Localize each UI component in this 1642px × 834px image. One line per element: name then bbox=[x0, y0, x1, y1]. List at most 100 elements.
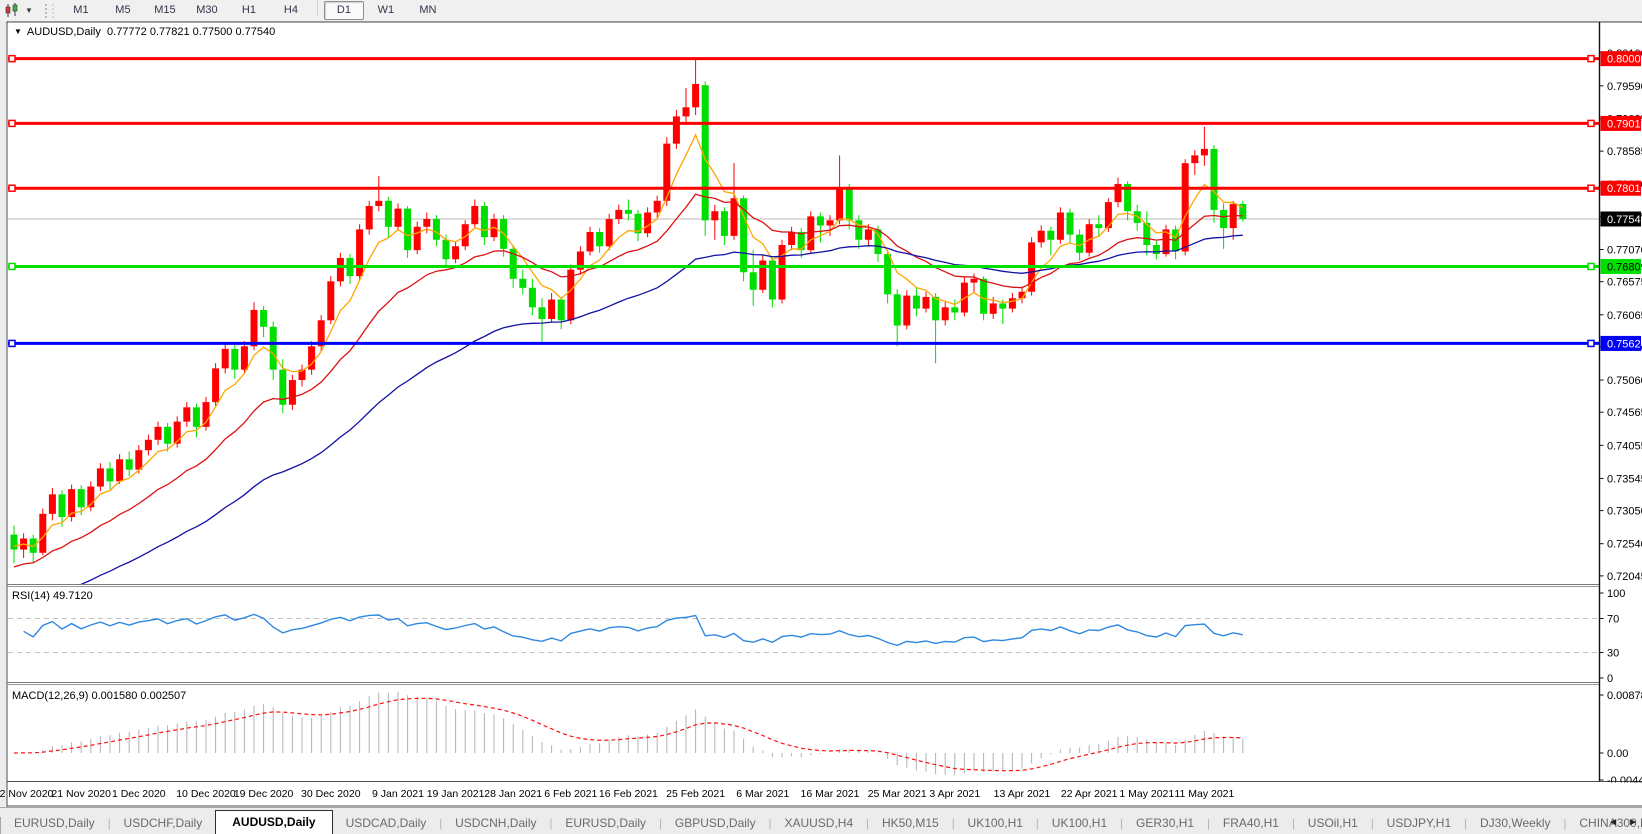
date-axis-label: 10 Dec 2020 bbox=[176, 788, 236, 800]
candle-body bbox=[528, 287, 536, 308]
candle-body bbox=[96, 468, 104, 487]
date-axis-label: 3 Apr 2021 bbox=[929, 788, 980, 800]
chart-tab-hk50-m15[interactable]: HK50,M15 bbox=[869, 812, 952, 834]
candle-body bbox=[922, 296, 930, 309]
chart-tab-dj30-weekly[interactable]: DJ30,Weekly bbox=[1467, 812, 1563, 834]
candle-body bbox=[365, 206, 373, 230]
chart-tab-eurusd-daily[interactable]: EURUSD,Daily bbox=[1, 812, 108, 834]
line-handle-left[interactable] bbox=[8, 54, 16, 63]
candle-body bbox=[816, 216, 824, 226]
chart-tab-usdcnh-daily[interactable]: USDCNH,Daily bbox=[442, 812, 549, 834]
candle-body bbox=[212, 368, 220, 403]
chart-canvas[interactable]: 0.801000.795900.790850.785850.780800.775… bbox=[0, 0, 1642, 834]
chart-tab-usdchf-daily[interactable]: USDCHF,Daily bbox=[111, 812, 216, 834]
line-handle-left[interactable] bbox=[8, 339, 16, 348]
candle-body bbox=[240, 346, 248, 370]
candle-body bbox=[970, 278, 978, 283]
candle-body bbox=[548, 299, 556, 320]
candle-body bbox=[480, 206, 488, 238]
candle-body bbox=[423, 219, 431, 227]
line-handle-left[interactable] bbox=[8, 119, 16, 128]
candle-body bbox=[231, 348, 239, 370]
mt4-terminal-window: ▼ M1M5M15M30H1H4D1W1MN 0.801000.795900.7… bbox=[0, 0, 1642, 834]
chart-tab-usdjpy-h1[interactable]: USDJPY,H1 bbox=[1374, 812, 1464, 834]
line-handle-right[interactable] bbox=[1587, 54, 1595, 63]
rsi-axis-tick-label: 30 bbox=[1607, 648, 1619, 660]
level-price-label: 0.78014 bbox=[1607, 183, 1642, 195]
date-axis-label: 28 Jan 2021 bbox=[484, 788, 542, 800]
line-handle-left[interactable] bbox=[8, 262, 16, 271]
candle-body bbox=[1152, 244, 1160, 255]
triangle-down-icon[interactable]: ▼ bbox=[14, 27, 22, 36]
candle-body bbox=[1114, 183, 1122, 203]
date-axis-label: 12 Nov 2020 bbox=[0, 788, 54, 800]
candle-body bbox=[1037, 230, 1045, 243]
candle-body bbox=[538, 307, 546, 320]
date-axis-label: 1 Dec 2020 bbox=[112, 788, 166, 800]
level-price-label: 0.75624 bbox=[1607, 338, 1642, 350]
candle-body bbox=[1200, 148, 1208, 156]
candle-body bbox=[1191, 155, 1199, 164]
price-axis-tick-label: 0.73050 bbox=[1607, 506, 1642, 518]
candle-body bbox=[48, 494, 56, 514]
candle-body bbox=[826, 220, 834, 226]
tabs-holder: EURUSD,Daily | USDCHF,Daily AUDUSD,Daily USD… bbox=[1, 810, 1642, 834]
price-axis-background[interactable] bbox=[1600, 23, 1642, 781]
line-handle-right[interactable] bbox=[1587, 119, 1595, 128]
tab-scroll-arrows: ◄ ► bbox=[1608, 817, 1638, 828]
chart-title: ▼ AUDUSD,Daily 0.77772 0.77821 0.77500 0.… bbox=[14, 26, 275, 38]
candle-body bbox=[452, 246, 460, 260]
price-axis-tick-label: 0.77070 bbox=[1607, 245, 1642, 257]
candle-body bbox=[893, 294, 901, 326]
chart-tab-xauusd-h4[interactable]: XAUUSD,H4 bbox=[771, 812, 866, 834]
line-handle-right[interactable] bbox=[1587, 339, 1595, 348]
date-axis-label: 25 Feb 2021 bbox=[666, 788, 725, 800]
chart-tab-uk100-h1[interactable]: UK100,H1 bbox=[1039, 812, 1120, 834]
chart-tab-usoil-h1[interactable]: USOil,H1 bbox=[1295, 812, 1371, 834]
candle-body bbox=[912, 295, 920, 309]
line-handle-right[interactable] bbox=[1587, 184, 1595, 192]
date-axis-label: 16 Mar 2021 bbox=[801, 788, 860, 800]
candle-body bbox=[980, 278, 988, 314]
price-axis-tick-label: 0.75060 bbox=[1607, 375, 1642, 387]
price-axis-tick-label: 0.73545 bbox=[1607, 473, 1642, 485]
chart-tab-eurusd-daily[interactable]: EURUSD,Daily bbox=[552, 812, 659, 834]
candle-body bbox=[557, 299, 565, 321]
scroll-right-arrow-icon[interactable]: ► bbox=[1628, 817, 1638, 828]
candle-body bbox=[759, 260, 767, 290]
date-axis-label: 13 Apr 2021 bbox=[994, 788, 1051, 800]
candle-body bbox=[58, 494, 66, 518]
candle-body bbox=[164, 426, 172, 444]
candle-body bbox=[586, 231, 594, 252]
line-handle-right[interactable] bbox=[1587, 262, 1595, 271]
candle-body bbox=[951, 307, 959, 313]
chart-tab-usdcad-daily[interactable]: USDCAD,Daily bbox=[333, 812, 440, 834]
price-axis-tick-label: 0.74055 bbox=[1607, 440, 1642, 452]
chart-ohlc-values: 0.77772 0.77821 0.77500 0.77540 bbox=[107, 26, 276, 38]
chart-tab-ger30-h1[interactable]: GER30,H1 bbox=[1123, 812, 1207, 834]
candle-body bbox=[192, 407, 200, 427]
price-axis-tick-label: 0.78585 bbox=[1607, 146, 1642, 158]
candle-body bbox=[941, 307, 949, 321]
chart-tab-fra40-h1[interactable]: FRA40,H1 bbox=[1210, 812, 1292, 834]
candle-body bbox=[432, 219, 440, 240]
chart-tab-audusd-daily[interactable]: AUDUSD,Daily bbox=[215, 810, 333, 834]
candle-body bbox=[260, 309, 268, 327]
date-axis-label: 22 Apr 2021 bbox=[1061, 788, 1118, 800]
date-axis-label: 21 Nov 2020 bbox=[51, 788, 111, 800]
candle-body bbox=[404, 208, 412, 251]
rsi-indicator-label: RSI(14) 49.7120 bbox=[12, 590, 93, 602]
date-axis-label: 19 Jan 2021 bbox=[427, 788, 485, 800]
scroll-left-arrow-icon[interactable]: ◄ bbox=[1608, 817, 1618, 828]
candle-body bbox=[749, 272, 757, 290]
candle-body bbox=[605, 219, 613, 247]
candle-body bbox=[173, 421, 181, 444]
candle-body bbox=[845, 187, 853, 221]
candle-body bbox=[682, 107, 690, 117]
chart-tab-gbpusd-daily[interactable]: GBPUSD,Daily bbox=[662, 812, 769, 834]
candle-body bbox=[413, 226, 421, 251]
line-handle-left[interactable] bbox=[8, 184, 16, 192]
candle-body bbox=[1066, 212, 1074, 235]
chart-tab-uk100-h1[interactable]: UK100,H1 bbox=[955, 812, 1036, 834]
candle-body bbox=[999, 303, 1007, 309]
